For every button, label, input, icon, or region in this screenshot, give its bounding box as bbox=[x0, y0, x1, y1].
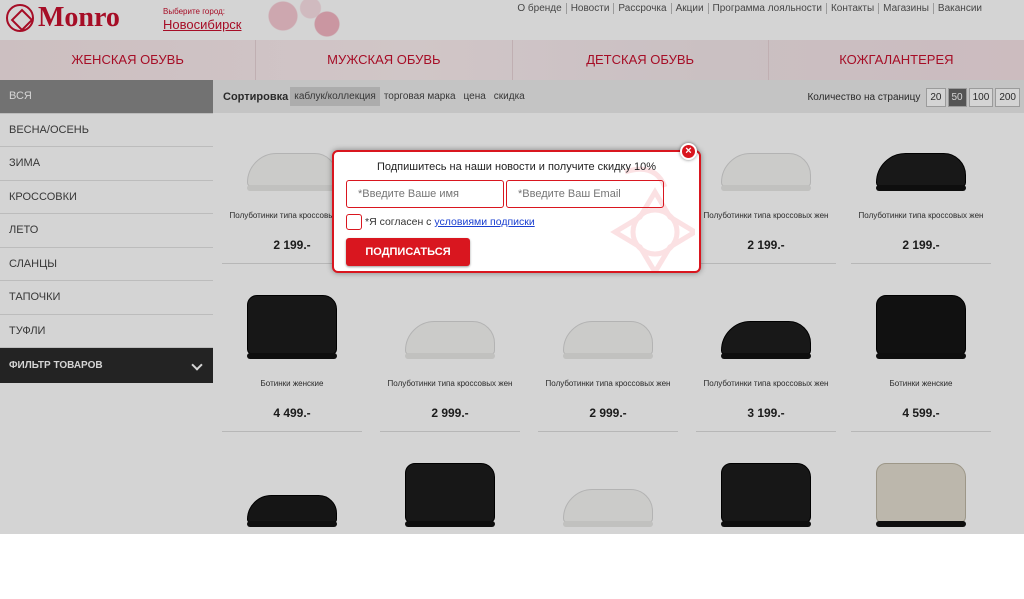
agree-text: *Я согласен с bbox=[365, 216, 432, 228]
subscribe-button[interactable]: ПОДПИСАТЬСЯ bbox=[346, 238, 470, 266]
subscription-terms-link[interactable]: условиями подписки bbox=[434, 216, 534, 228]
flower-watermark-icon bbox=[610, 166, 695, 271]
subscribe-modal: Подпишитесь на наши новости и получите с… bbox=[332, 150, 701, 273]
agree-row: *Я согласен с условиями подписки bbox=[346, 214, 535, 230]
agree-checkbox[interactable] bbox=[346, 214, 362, 230]
email-input[interactable] bbox=[506, 180, 664, 208]
name-input[interactable] bbox=[346, 180, 504, 208]
modal-title: Подпишитесь на наши новости и получите с… bbox=[376, 161, 657, 173]
close-icon[interactable]: × bbox=[680, 143, 697, 160]
